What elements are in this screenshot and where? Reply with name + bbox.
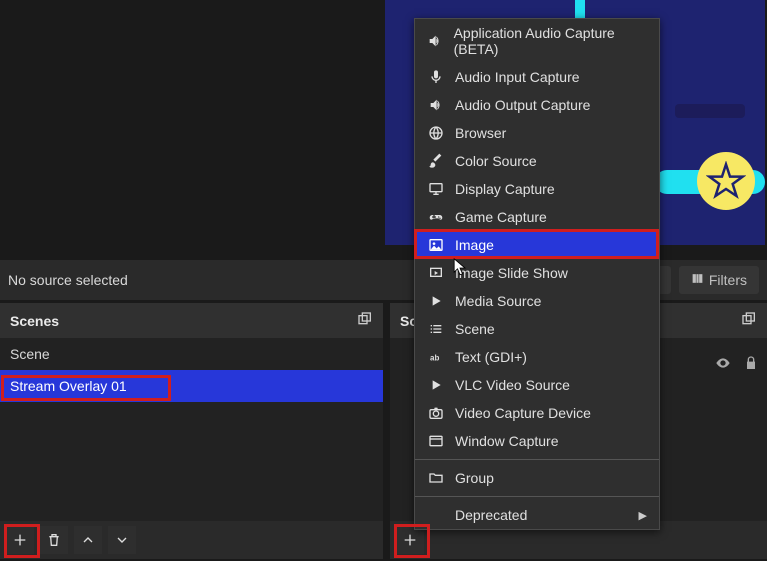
menu-item-window-capture[interactable]: Window Capture [415, 427, 659, 455]
scenes-list: Scene Stream Overlay 01 [0, 338, 383, 402]
menu-item-label: Media Source [455, 293, 541, 309]
delete-scene-button[interactable] [40, 526, 68, 554]
scenes-header: Scenes [0, 303, 383, 338]
window-icon [427, 433, 445, 449]
status-text: No source selected [8, 272, 128, 288]
scenes-footer [0, 521, 383, 559]
popout-icon[interactable] [357, 311, 373, 330]
add-source-menu[interactable]: Application Audio Capture (BETA) Audio In… [414, 18, 660, 530]
popout-icon[interactable] [741, 311, 757, 330]
add-source-button[interactable] [396, 526, 424, 554]
menu-item-text-gdi[interactable]: ab Text (GDI+) [415, 343, 659, 371]
menu-item-image-slide[interactable]: Image Slide Show [415, 259, 659, 287]
scene-item[interactable]: Stream Overlay 01 [0, 370, 383, 402]
menu-item-label: Game Capture [455, 209, 547, 225]
menu-item-color-source[interactable]: Color Source [415, 147, 659, 175]
folder-icon [427, 470, 445, 486]
menu-item-audio-output[interactable]: Audio Output Capture [415, 91, 659, 119]
menu-item-scene[interactable]: Scene [415, 315, 659, 343]
menu-item-audio-input[interactable]: Audio Input Capture [415, 63, 659, 91]
speaker-icon [427, 97, 445, 113]
menu-item-video-capture[interactable]: Video Capture Device [415, 399, 659, 427]
scenes-panel: Scenes Scene Stream Overlay 01 [0, 303, 383, 559]
move-down-button[interactable] [108, 526, 136, 554]
play-icon [427, 377, 445, 393]
menu-item-label: Text (GDI+) [455, 349, 527, 365]
eye-icon[interactable] [715, 355, 731, 374]
menu-item-group[interactable]: Group [415, 464, 659, 492]
preview-shape [675, 104, 745, 118]
scenes-title: Scenes [10, 313, 59, 329]
menu-item-label: Image [455, 237, 494, 253]
slideshow-icon [427, 265, 445, 281]
gamepad-icon [427, 209, 445, 225]
menu-item-label: Image Slide Show [455, 265, 568, 281]
menu-item-image[interactable]: Image [415, 231, 659, 259]
move-up-button[interactable] [74, 526, 102, 554]
menu-item-label: Color Source [455, 153, 537, 169]
menu-item-media-source[interactable]: Media Source [415, 287, 659, 315]
camera-icon [427, 405, 445, 421]
menu-item-label: Deprecated [455, 507, 527, 523]
chevron-right-icon: ▶ [639, 509, 647, 522]
menu-item-label: Audio Input Capture [455, 69, 580, 85]
menu-item-app-audio[interactable]: Application Audio Capture (BETA) [415, 19, 659, 63]
preview-star [697, 152, 755, 210]
mic-icon [427, 69, 445, 85]
play-icon [427, 293, 445, 309]
add-scene-button[interactable] [6, 526, 34, 554]
list-icon [427, 321, 445, 337]
menu-item-vlc[interactable]: VLC Video Source [415, 371, 659, 399]
menu-item-label: Window Capture [455, 433, 559, 449]
speaker-icon [427, 33, 444, 49]
cursor-icon [453, 258, 467, 278]
text-icon: ab [427, 349, 445, 365]
menu-separator [415, 496, 659, 497]
menu-item-label: Scene [455, 321, 495, 337]
menu-item-display-capture[interactable]: Display Capture [415, 175, 659, 203]
menu-item-label: Application Audio Capture (BETA) [454, 25, 647, 57]
menu-item-label: Browser [455, 125, 506, 141]
source-row-controls [715, 355, 759, 374]
menu-item-label: VLC Video Source [455, 377, 570, 393]
menu-item-deprecated[interactable]: Deprecated ▶ [415, 501, 659, 529]
menu-item-label: Video Capture Device [455, 405, 591, 421]
menu-item-label: Display Capture [455, 181, 555, 197]
globe-icon [427, 125, 445, 141]
filters-label: Filters [709, 272, 747, 288]
menu-separator [415, 459, 659, 460]
filters-icon [691, 272, 704, 288]
menu-item-browser[interactable]: Browser [415, 119, 659, 147]
lock-icon[interactable] [743, 355, 759, 374]
menu-item-game-capture[interactable]: Game Capture [415, 203, 659, 231]
brush-icon [427, 153, 445, 169]
monitor-icon [427, 181, 445, 197]
menu-item-label: Audio Output Capture [455, 97, 590, 113]
scene-item[interactable]: Scene [0, 338, 383, 370]
svg-text:ab: ab [430, 353, 439, 362]
filters-button[interactable]: Filters [679, 266, 759, 294]
menu-item-label: Group [455, 470, 494, 486]
image-icon [427, 237, 445, 253]
preview-shape [575, 0, 585, 18]
